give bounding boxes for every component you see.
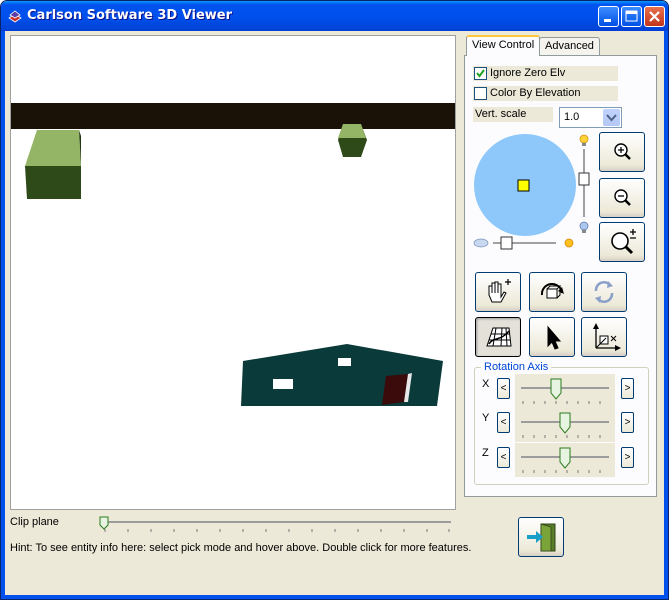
chevron-left-icon: < [500,383,507,394]
y-axis-decrease-button[interactable]: < [497,412,510,433]
zoom-in-icon [614,143,631,160]
chevron-right-icon: > [624,383,631,394]
green-box [25,130,81,199]
walk-grid-button[interactable] [475,317,521,357]
minimize-button[interactable] [598,6,619,27]
building-window-top [338,358,351,366]
pick-button[interactable] [529,317,575,357]
building [241,344,443,406]
light-position-handle[interactable] [517,179,530,192]
app-window: Carlson Software 3D Viewer Clip plane Hi… [0,0,669,600]
vert-scale-value: 1.0 [564,111,580,123]
title-bar[interactable]: Carlson Software 3D Viewer [1,1,668,31]
cloud-icon [473,238,489,248]
x-axis-increase-button[interactable]: > [621,378,634,399]
y-axis-increase-button[interactable]: > [621,412,634,433]
maximize-icon [625,10,638,22]
z-axis-slider[interactable] [515,443,615,477]
dropdown-button[interactable] [603,109,620,126]
hint-text: Hint: To see entity info here: select pi… [10,542,472,554]
window-title: Carlson Software 3D Viewer [27,8,233,23]
auto-rotate-icon [594,281,614,303]
tab-advanced[interactable]: Advanced [539,37,600,56]
zoom-in-button[interactable] [599,132,645,172]
chevron-right-icon: > [624,452,631,463]
green-bush [338,124,367,157]
zoom-extents-button[interactable] [599,222,645,262]
chevron-left-icon: < [500,417,507,428]
y-axis-label: Y [482,412,490,424]
orbit-icon [540,283,564,299]
y-axis-slider[interactable] [515,408,615,442]
building-door [382,374,408,405]
bulb-bright-icon [579,134,589,146]
intensity-slider-thumb[interactable] [500,236,513,250]
exit-button[interactable] [518,517,564,557]
tab-label: View Control [472,39,535,51]
walk-grid-icon [486,327,512,347]
tab-label: Advanced [545,40,594,52]
maximize-button[interactable] [621,6,642,27]
chevron-left-icon: < [500,452,507,463]
app-logo-icon [8,10,22,23]
ignore-zero-elv-option[interactable]: Ignore Zero Elv [473,66,618,81]
brightness-slider-thumb[interactable] [578,172,590,186]
auto-rotate-button[interactable] [581,272,627,312]
scene-canvas [11,103,455,406]
chevron-down-icon [606,114,617,122]
x-axis-slider[interactable] [515,374,615,408]
clip-plane-thumb[interactable] [99,516,109,530]
z-axis-decrease-button[interactable]: < [497,447,510,468]
ignore-zero-elv-label: Ignore Zero Elv [490,67,566,79]
color-by-elevation-label: Color By Elevation [490,87,581,99]
pan-hand-icon [488,279,511,303]
zoom-out-button[interactable] [599,178,645,218]
close-button[interactable] [644,6,665,27]
tab-view-control[interactable]: View Control [466,35,541,56]
checkmark-icon [476,69,485,78]
color-by-elevation-checkbox[interactable] [474,87,487,100]
x-axis-label: X [482,378,490,390]
3d-viewport[interactable] [10,35,456,510]
building-window-left [273,379,293,389]
x-axis-decrease-button[interactable]: < [497,378,510,399]
ignore-zero-elv-checkbox[interactable] [474,67,487,80]
exit-door-icon [527,523,556,552]
z-axis-label: Z [482,447,489,459]
pick-pointer-icon [547,325,562,350]
rotation-axis-title: Rotation Axis [481,361,552,373]
pan-button[interactable] [475,272,521,312]
color-by-elevation-option[interactable]: Color By Elevation [473,86,618,101]
sun-icon [564,238,574,248]
chevron-right-icon: > [624,417,631,428]
light-trackball-control[interactable] [471,131,596,253]
axis-icon [593,323,621,351]
clip-plane-label: Clip plane [10,516,59,528]
orbit-button[interactable] [529,272,575,312]
vert-scale-select[interactable]: 1.0 [559,107,622,128]
vert-scale-label: Vert. scale [473,107,553,122]
clip-ticks [104,529,450,532]
axis-button[interactable] [581,317,627,357]
minimize-icon [604,19,611,22]
ground-bar [11,103,455,129]
z-axis-increase-button[interactable]: > [621,447,634,468]
bulb-dim-icon [579,221,589,233]
clip-plane-slider[interactable] [99,515,455,535]
zoom-extents-icon [611,229,636,255]
close-icon [649,11,660,22]
zoom-out-icon [614,189,631,206]
